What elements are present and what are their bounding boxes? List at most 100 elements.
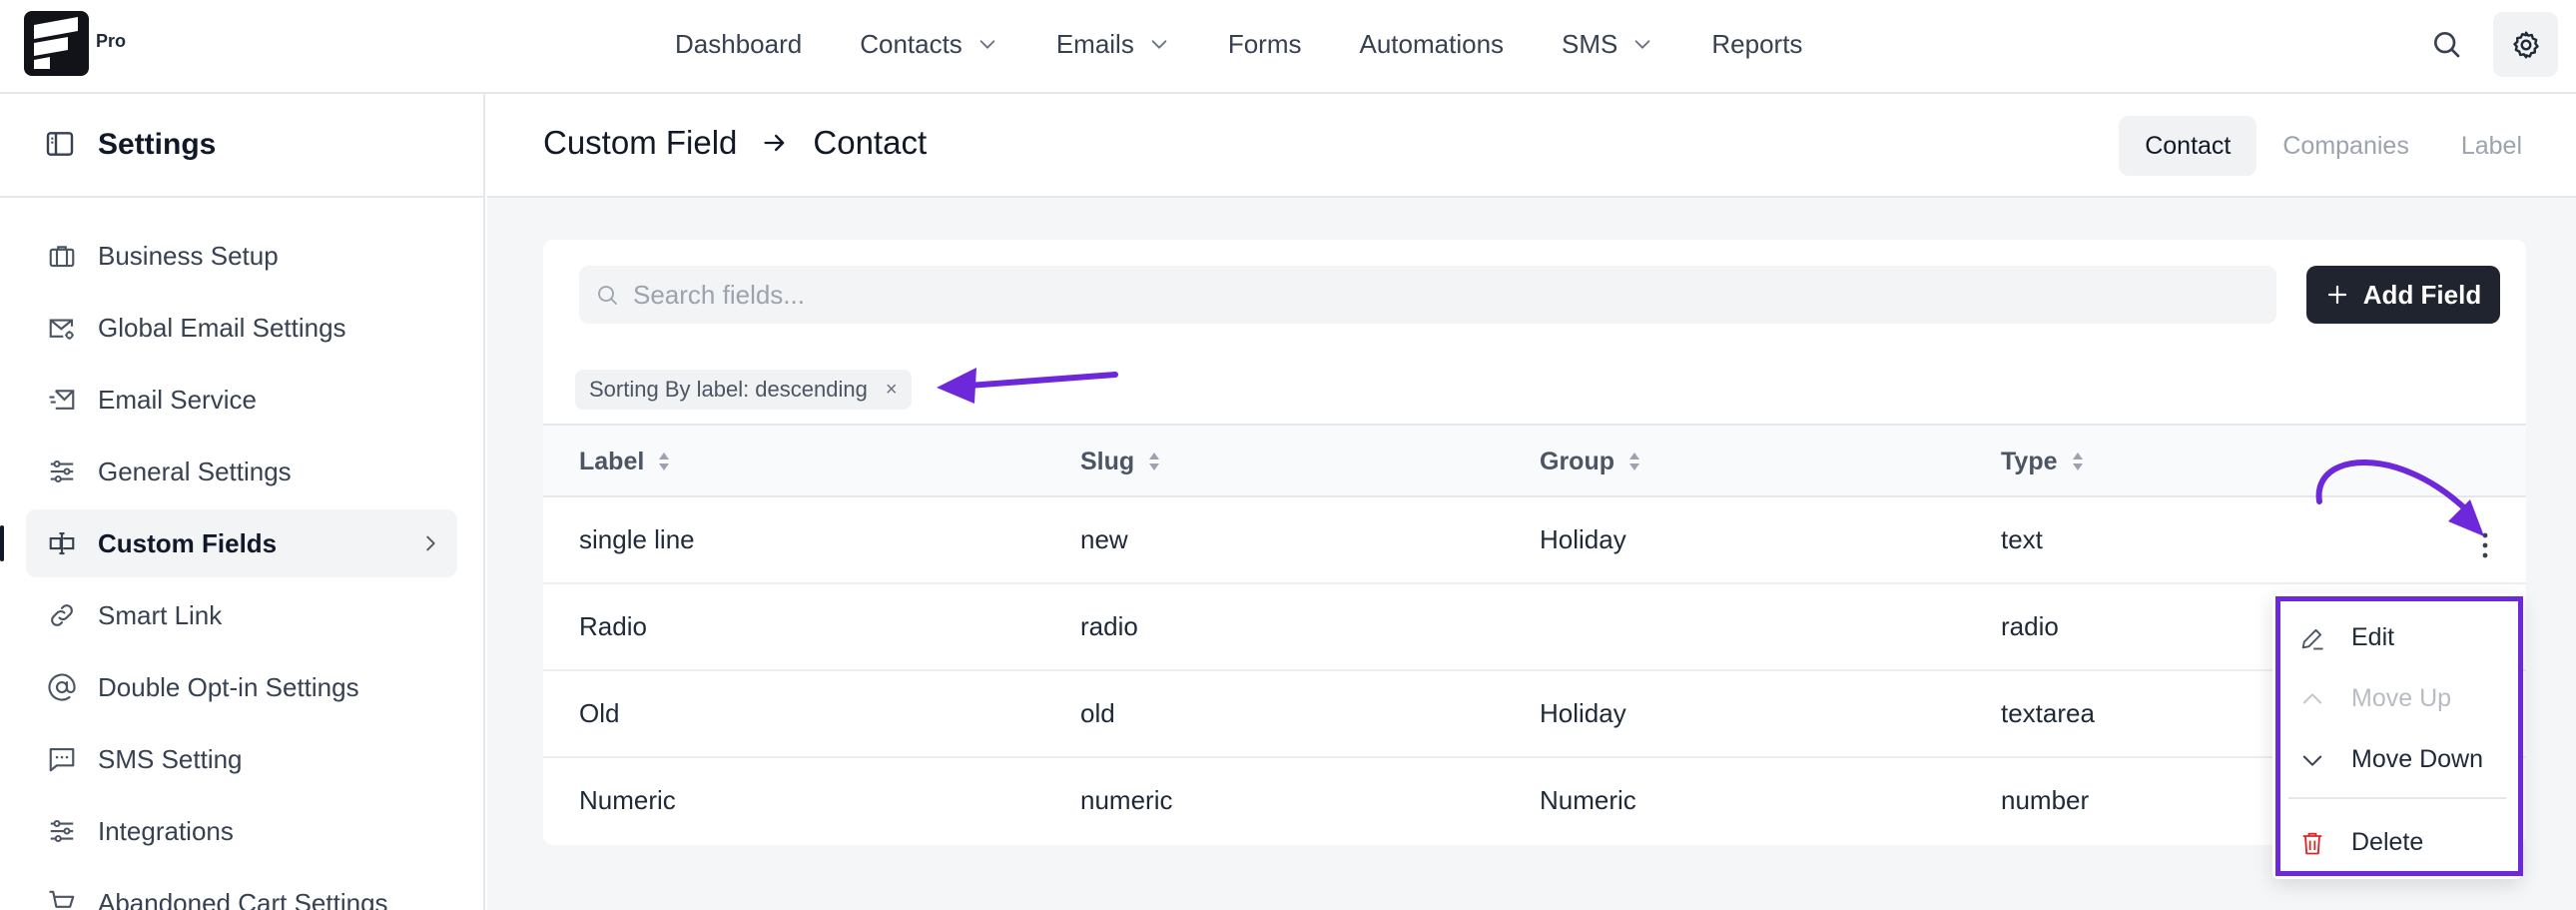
cell-type: number xyxy=(2001,785,2090,815)
menu-item-edit[interactable]: Edit xyxy=(2272,607,2522,667)
sidebar-header: Settings xyxy=(0,94,483,198)
sidebar-item-email-service[interactable]: Email Service xyxy=(26,366,457,434)
sliders-icon xyxy=(46,815,78,847)
settings-sidebar: Settings Business Setup Global Email Set… xyxy=(0,94,485,910)
sidebar-item-smart-link[interactable]: Smart Link xyxy=(26,581,457,649)
logo[interactable] xyxy=(24,11,89,76)
search-input[interactable] xyxy=(633,266,2231,324)
more-vertical-icon xyxy=(2482,532,2488,558)
cell-type: textarea xyxy=(2001,698,2095,728)
cell-slug: new xyxy=(1080,524,1128,554)
global-search-button[interactable] xyxy=(2424,22,2468,66)
sort-icon xyxy=(1149,453,1160,470)
settings-button[interactable] xyxy=(2493,12,2558,77)
nav-automations-label: Automations xyxy=(1359,28,1505,59)
breadcrumb-root[interactable]: Custom Field xyxy=(543,124,737,162)
search-icon xyxy=(2434,32,2460,58)
chevron-down-icon xyxy=(1151,40,1167,49)
tab-contact[interactable]: Contact xyxy=(2119,116,2257,176)
briefcase-icon xyxy=(46,240,78,272)
add-field-button[interactable]: Add Field xyxy=(2306,266,2500,324)
clear-sort-button[interactable]: × xyxy=(886,379,898,402)
mail-settings-icon xyxy=(46,312,78,344)
column-header-label[interactable]: Label xyxy=(579,426,672,497)
cell-group: Holiday xyxy=(1540,698,1626,728)
chevron-down-icon xyxy=(979,40,995,49)
chevron-right-icon xyxy=(426,535,435,551)
sidebar-toggle-icon[interactable] xyxy=(44,128,76,160)
sidebar-item-business-setup[interactable]: Business Setup xyxy=(26,222,457,290)
sort-icon xyxy=(2072,453,2083,470)
tab-companies[interactable]: Companies xyxy=(2256,116,2434,176)
cell-label: single line xyxy=(579,524,695,554)
nav-sms-label: SMS xyxy=(1562,28,1618,59)
table-row: Radio radio radio xyxy=(543,584,2526,671)
message-icon xyxy=(46,743,78,775)
active-indicator xyxy=(0,525,4,561)
sidebar-item-double-opt-in-settings[interactable]: Double Opt-in Settings xyxy=(26,653,457,721)
sidebar-item-label: General Settings xyxy=(98,455,292,486)
nav-contacts[interactable]: Contacts xyxy=(860,29,998,60)
sidebar-item-label: Smart Link xyxy=(98,599,223,630)
mail-send-icon xyxy=(46,384,78,416)
sidebar-item-global-email-settings[interactable]: Global Email Settings xyxy=(26,294,457,362)
chevron-down-icon xyxy=(2302,755,2322,766)
sidebar-item-sms-setting[interactable]: SMS Setting xyxy=(26,725,457,793)
tab-label[interactable]: Label xyxy=(2435,116,2548,176)
sidebar-item-general-settings[interactable]: General Settings xyxy=(26,438,457,505)
sidebar-item-label: Double Opt-in Settings xyxy=(98,671,359,702)
table-row: single line new Holiday text xyxy=(543,497,2526,584)
edit-icon xyxy=(2301,628,2323,650)
cell-type: radio xyxy=(2001,611,2059,641)
column-header-slug[interactable]: Slug xyxy=(1080,426,1162,497)
menu-item-move-up: Move Up xyxy=(2272,668,2522,728)
row-actions-button[interactable] xyxy=(2470,525,2500,565)
nav-forms-label: Forms xyxy=(1227,28,1302,59)
breadcrumb-current: Contact xyxy=(813,124,928,161)
trash-icon xyxy=(2302,832,2322,855)
cell-label: Numeric xyxy=(579,785,676,815)
custom-field-icon xyxy=(46,527,78,559)
column-header-type[interactable]: Type xyxy=(2001,426,2086,497)
page-header: Custom Field Contact Contact Companies L… xyxy=(487,94,2576,198)
cart-icon xyxy=(46,887,78,910)
sidebar-title: Settings xyxy=(98,128,217,161)
fields-table: Label Slug Group Type single line new Ho… xyxy=(543,424,2526,845)
menu-item-label: Move Down xyxy=(2351,744,2483,773)
nav-contacts-label: Contacts xyxy=(860,28,963,59)
cell-slug: numeric xyxy=(1080,785,1173,815)
cell-slug: old xyxy=(1080,698,1115,728)
breadcrumb: Custom Field Contact xyxy=(543,124,927,162)
nav-sms[interactable]: SMS xyxy=(1562,29,1653,60)
sidebar-menu: Business Setup Global Email Settings Ema… xyxy=(0,222,483,910)
sidebar-item-abandoned-cart-settings[interactable]: Abandoned Cart Settings xyxy=(26,869,457,910)
top-navbar: Pro Dashboard Contacts Emails Forms Auto… xyxy=(0,0,2576,94)
gear-icon xyxy=(2512,31,2539,58)
nav-emails[interactable]: Emails xyxy=(1056,29,1170,60)
cell-type: text xyxy=(2001,524,2043,554)
sort-chip-label: Sorting By label: descending xyxy=(589,377,868,402)
table-row: Numeric numeric Numeric number xyxy=(543,758,2526,845)
cell-label: Old xyxy=(579,698,620,728)
sidebar-item-label: Custom Fields xyxy=(98,527,278,558)
sidebar-item-custom-fields[interactable]: Custom Fields xyxy=(0,509,457,577)
nav-dashboard[interactable]: Dashboard xyxy=(675,29,802,60)
cell-group: Numeric xyxy=(1540,785,1636,815)
table-header: Label Slug Group Type xyxy=(543,424,2526,497)
nav-emails-label: Emails xyxy=(1055,28,1134,59)
column-header-group[interactable]: Group xyxy=(1540,426,1642,497)
nav-automations[interactable]: Automations xyxy=(1360,29,1505,60)
sidebar-item-label: Integrations xyxy=(98,815,234,846)
main-content: Custom Field Contact Contact Companies L… xyxy=(487,94,2576,910)
arrow-right-icon xyxy=(761,129,789,157)
nav-forms[interactable]: Forms xyxy=(1228,29,1302,60)
menu-item-delete[interactable]: Delete xyxy=(2272,812,2522,872)
search-icon xyxy=(598,286,617,305)
pro-badge: Pro xyxy=(96,31,127,51)
menu-item-move-down[interactable]: Move Down xyxy=(2272,729,2522,789)
main-nav: Dashboard Contacts Emails Forms Automati… xyxy=(675,0,1860,88)
add-field-label: Add Field xyxy=(2362,279,2482,310)
nav-reports[interactable]: Reports xyxy=(1711,29,1802,60)
sidebar-item-integrations[interactable]: Integrations xyxy=(26,797,457,865)
sidebar-item-label: Global Email Settings xyxy=(98,312,346,343)
